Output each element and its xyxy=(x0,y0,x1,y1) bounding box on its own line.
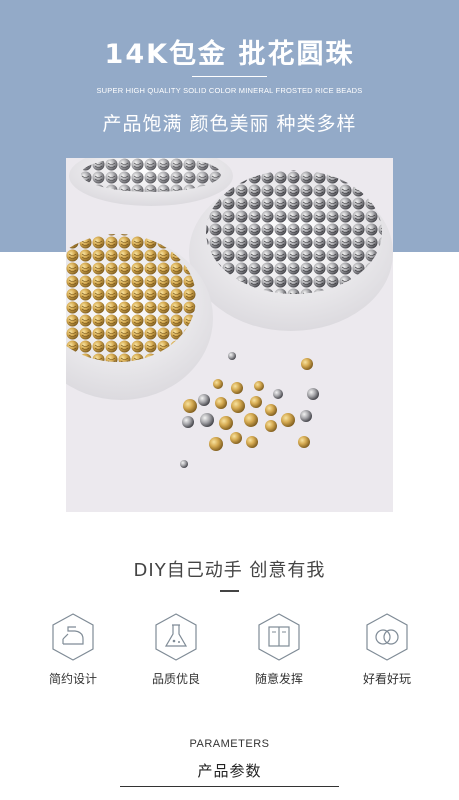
iron-icon xyxy=(50,612,96,662)
rings-icon xyxy=(364,612,410,662)
flask-icon xyxy=(153,612,199,662)
product-photo xyxy=(66,158,393,512)
parameters-divider xyxy=(120,786,339,787)
parameters-title-english: PARAMETERS xyxy=(189,738,270,750)
feature-row: 简约设计 品质优良 随意发挥 好看好玩 xyxy=(0,612,459,692)
feature-label: 随意发挥 xyxy=(254,672,303,686)
page-title: 14K包金 批花圆珠 xyxy=(104,39,355,70)
feature-simple-design: 简约设计 xyxy=(21,612,125,687)
book-icon xyxy=(256,612,302,662)
feature-label: 品质优良 xyxy=(151,672,200,686)
parameters-title: 产品参数 xyxy=(197,762,262,780)
feature-fun: 好看好玩 xyxy=(335,612,439,687)
title-divider xyxy=(192,76,267,77)
slogan-divider xyxy=(220,590,239,592)
feature-freedom: 随意发挥 xyxy=(227,612,331,687)
subtitle-english: SUPER HIGH QUALITY SOLID COLOR MINERAL F… xyxy=(96,86,363,95)
tagline: 产品饱满 颜色美丽 种类多样 xyxy=(102,113,357,135)
feature-quality: 品质优良 xyxy=(124,612,228,687)
feature-label: 简约设计 xyxy=(48,672,97,686)
feature-label: 好看好玩 xyxy=(362,672,411,686)
diy-slogan: DIY自己动手 创意有我 xyxy=(133,560,326,581)
beads-illustration xyxy=(66,158,393,468)
